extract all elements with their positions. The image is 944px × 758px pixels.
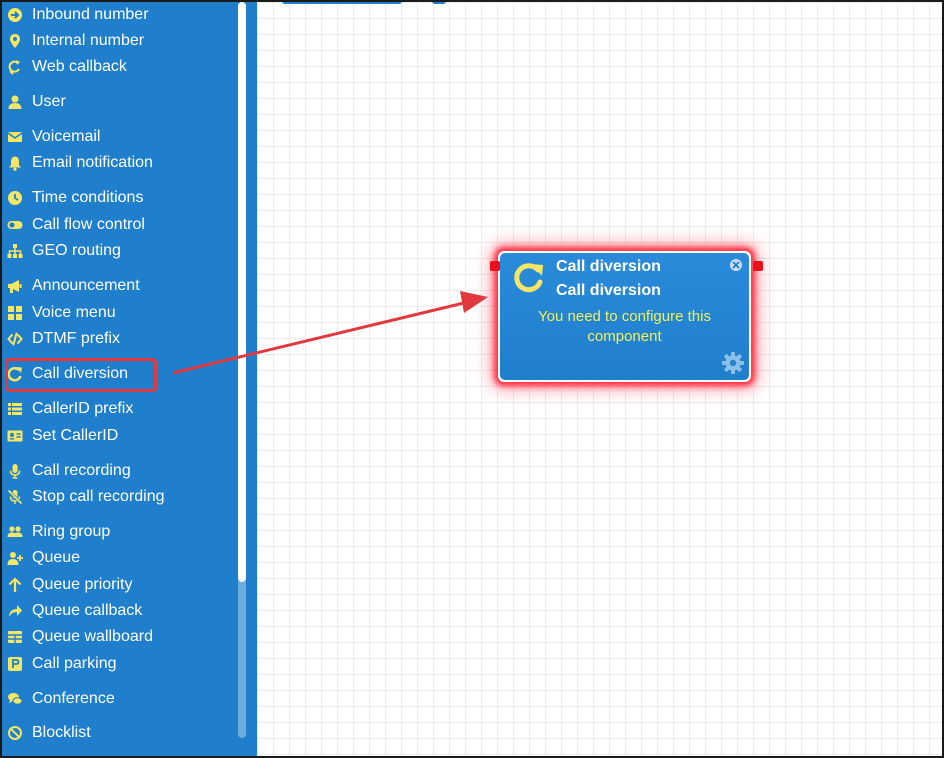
list-icon (7, 401, 23, 417)
user-plus-icon (7, 550, 23, 566)
toolbar-stub-small (432, 2, 446, 4)
sidebar-item-label: GEO routing (32, 242, 121, 259)
bell-icon (7, 155, 23, 171)
sidebar-item-label: Email notification (32, 154, 153, 171)
sidebar-item-conference[interactable]: Conference (2, 687, 232, 711)
gear-icon[interactable] (721, 351, 745, 375)
sidebar-item-label: Time conditions (32, 189, 144, 206)
arrow-up-icon (7, 577, 23, 593)
close-circle-icon[interactable] (729, 258, 743, 272)
node-output-port[interactable] (753, 261, 763, 271)
sidebar-item-queue-wallboard[interactable]: Queue wallboard (2, 625, 232, 649)
sitemap-icon (7, 243, 23, 259)
sidebar-item-label: Blocklist (32, 724, 91, 741)
parking-icon (7, 656, 23, 672)
sidebar-item-label: Call recording (32, 462, 131, 479)
id-card-icon (7, 428, 23, 444)
sidebar-item-queue[interactable]: Queue (2, 546, 232, 570)
code-icon (7, 331, 23, 347)
redo-icon (514, 263, 543, 293)
sidebar-item-call-flow-control[interactable]: Call flow control (2, 213, 232, 237)
sidebar-item-inbound-number[interactable]: Inbound number (2, 3, 232, 27)
sidebar-item-label: Queue (32, 549, 81, 566)
sidebar-item-label: Queue wallboard (32, 628, 153, 645)
sidebar-item-callerid-prefix[interactable]: CallerID prefix (2, 397, 232, 421)
table-icon (7, 629, 23, 645)
node-subtitle: Call diversion (556, 282, 661, 299)
sidebar-item-queue-callback[interactable]: Queue callback (2, 599, 232, 623)
sidebar-item-time-conditions[interactable]: Time conditions (2, 186, 232, 210)
component-sidebar: Inbound number Internal number Web callbac… (2, 2, 257, 756)
sidebar-item-queue-priority[interactable]: Queue priority (2, 573, 232, 597)
sidebar-item-label: Call parking (32, 655, 117, 672)
sidebar-item-label: DTMF prefix (32, 330, 120, 347)
highlight-annotation (5, 358, 157, 392)
sidebar-item-label: Announcement (32, 277, 140, 294)
envelope-icon (7, 129, 23, 145)
sidebar-item-set-callerid[interactable]: Set CallerID (2, 424, 232, 448)
sidebar-item-user[interactable]: User (2, 90, 232, 114)
arrow-circle-icon (7, 7, 23, 23)
sidebar-item-label: CallerID prefix (32, 400, 134, 417)
grid-icon (7, 305, 23, 321)
sidebar-item-label: Stop call recording (32, 488, 165, 505)
sidebar-item-label: Inbound number (32, 6, 149, 23)
clock-icon (7, 190, 23, 206)
app-window: Inbound number Internal number Web callbac… (0, 0, 944, 758)
sidebar-item-stop-call-recording[interactable]: Stop call recording (2, 485, 232, 509)
microphone-slash-icon (7, 489, 23, 505)
sidebar-item-label: Web callback (32, 58, 127, 75)
sidebar-item-label: Voice menu (32, 304, 116, 321)
sidebar-item-label: Call flow control (32, 216, 145, 233)
toggle-icon (7, 217, 23, 233)
microphone-icon (7, 463, 23, 479)
node-title: Call diversion (556, 258, 661, 275)
sidebar-item-label: Queue callback (32, 602, 143, 619)
sidebar-item-dtmf-prefix[interactable]: DTMF prefix (2, 327, 232, 351)
sidebar-item-ring-group[interactable]: Ring group (2, 520, 232, 544)
ban-icon (7, 725, 23, 741)
share-icon (7, 603, 23, 619)
toolbar-stub (282, 2, 402, 4)
sidebar-item-web-callback[interactable]: Web callback (2, 55, 232, 79)
sidebar-item-call-recording[interactable]: Call recording (2, 459, 232, 483)
sidebar-scrollbar-thumb[interactable] (238, 2, 246, 582)
sidebar-item-announcement[interactable]: Announcement (2, 274, 232, 298)
sidebar-item-email-notification[interactable]: Email notification (2, 151, 232, 175)
users-icon (7, 524, 23, 540)
sidebar-item-voicemail[interactable]: Voicemail (2, 125, 232, 149)
sidebar-item-geo-routing[interactable]: GEO routing (2, 239, 232, 263)
sidebar-item-label: Set CallerID (32, 427, 119, 444)
callback-icon (7, 59, 23, 75)
user-icon (7, 94, 23, 110)
sidebar-item-label: Ring group (32, 523, 111, 540)
megaphone-icon (7, 278, 23, 294)
sidebar-item-label: Conference (32, 690, 115, 707)
sidebar-item-call-parking[interactable]: Call parking (2, 652, 232, 676)
sidebar-item-label: Queue priority (32, 576, 133, 593)
sidebar-item-label: User (32, 93, 66, 110)
sidebar-item-label: Voicemail (32, 128, 101, 145)
node-config-message: You need to configure this component (538, 308, 711, 345)
comments-icon (7, 691, 23, 707)
call-diversion-node[interactable]: Call diversion Call diversion You need t… (500, 253, 749, 380)
sidebar-item-internal-number[interactable]: Internal number (2, 29, 232, 53)
node-input-port[interactable] (490, 261, 500, 271)
sidebar-item-label: Internal number (32, 32, 145, 49)
sidebar-item-blocklist[interactable]: Blocklist (2, 721, 232, 745)
map-pin-icon (7, 33, 23, 49)
sidebar-item-voice-menu[interactable]: Voice menu (2, 301, 232, 325)
